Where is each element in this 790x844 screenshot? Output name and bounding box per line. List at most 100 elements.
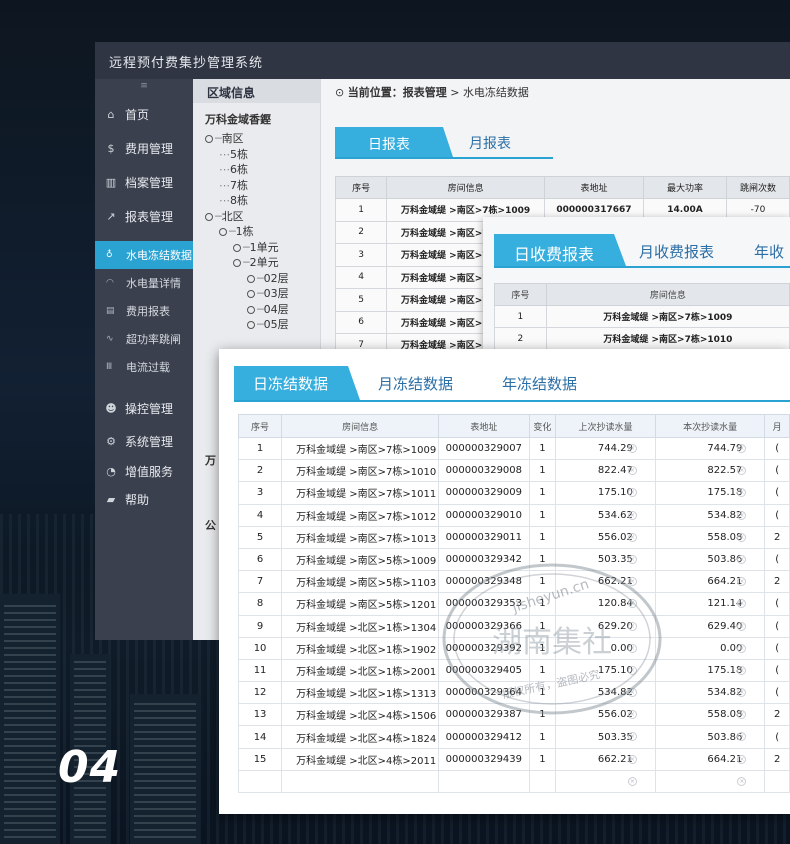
clear-icon[interactable]: × [627, 466, 637, 476]
tree-node[interactable]: ─05层 [205, 317, 320, 333]
sidebar-subitem-fee-report[interactable]: ▤ 费用报表 [95, 297, 193, 325]
sidebar-subitem-frozen-data[interactable]: ♁ 水电冻结数据 [95, 241, 193, 269]
table-cell: 000000329405 [438, 658, 530, 683]
tree-node[interactable]: 公 [205, 517, 216, 533]
sidebar-subitem-label: 水电冻结数据 [126, 249, 192, 262]
table-row[interactable]: 8 万科金域缇 >南区>5栋>1201 000000329353 1 120.84 × 12… [237, 592, 790, 616]
table-row[interactable]: 15 万科金域缇 >北区>4栋>2011 000000329439 1 662.21 × 6… [237, 747, 790, 771]
tree-node[interactable]: ─南区 [205, 131, 320, 147]
tab-yearly-frozen[interactable]: 年冻结数据 [502, 373, 577, 394]
clear-icon[interactable]: × [737, 444, 747, 453]
clear-icon[interactable]: × [737, 732, 747, 742]
tab-monthly-frozen[interactable]: 月冻结数据 [378, 373, 453, 394]
table-row[interactable]: 12 万科金域缇 >北区>1栋>1313 000000329364 1 534.82 × 5… [237, 681, 790, 705]
table-cell: 2 [764, 525, 790, 549]
clear-icon[interactable]: × [627, 665, 637, 675]
table-row[interactable]: 14 万科金域缇 >北区>4栋>1824 000000329412 1 503.35 × 5… [237, 725, 790, 749]
clear-icon[interactable]: × [627, 488, 637, 498]
tree-node[interactable]: 万 [205, 452, 216, 468]
tab-monthly-fee-report[interactable]: 月收费报表 [639, 241, 714, 262]
tree-node[interactable]: ⋯5栋 [205, 147, 320, 163]
tab-yearly-fee-report[interactable]: 年收 [754, 241, 784, 262]
clear-icon[interactable]: × [627, 532, 637, 542]
clear-icon[interactable]: × [627, 444, 637, 453]
clear-icon[interactable]: × [627, 599, 637, 609]
clear-icon[interactable]: × [737, 554, 747, 564]
table-row[interactable]: 5 万科金域缇 >南区>7栋>1013 000000329011 1 556.02 × 55… [237, 525, 790, 549]
table-row[interactable]: × × [237, 769, 790, 794]
sidebar-item-reports[interactable]: ↗ 报表管理 [95, 199, 193, 233]
sidebar-item-fees[interactable]: $ 费用管理 [95, 131, 193, 165]
table-row[interactable]: 2 万科金域缇 >南区>7栋>1010 000000329008 1 822.47 × 82… [237, 459, 790, 483]
tree-node[interactable]: ─2单元 [205, 255, 320, 271]
table-row[interactable]: 1 万科金域缇 >南区>7栋>1009 000000329007 1 744.29 × 74… [237, 436, 790, 461]
table-row[interactable]: 3 万科金域缇 >南区>7栋>1011 000000329009 1 175.10 × 17… [237, 481, 790, 505]
clear-icon[interactable]: × [737, 754, 747, 764]
sidebar-item-system[interactable]: ⚙ 系统管理 [95, 425, 193, 457]
tree-node[interactable]: ⋯6栋 [205, 162, 320, 178]
tree-node[interactable]: ⋯8栋 [205, 193, 320, 209]
table-cell: × [555, 769, 656, 794]
clear-icon[interactable]: × [627, 754, 637, 764]
clear-icon[interactable]: × [737, 532, 747, 542]
tree-node[interactable]: ─1栋 [205, 224, 320, 240]
tab-daily-report[interactable]: 日报表 [335, 127, 453, 157]
clear-icon[interactable]: × [737, 510, 747, 520]
clear-icon[interactable]: × [737, 488, 747, 498]
collapse-icon [219, 228, 227, 236]
tree-node[interactable]: ⋯7栋 [205, 178, 320, 194]
table-row[interactable]: 13 万科金域缇 >北区>4栋>1506 000000329387 1 556.02 × 5… [237, 703, 790, 727]
tree-node[interactable]: ─北区 [205, 209, 320, 225]
clear-icon[interactable]: × [627, 688, 637, 698]
sidebar-item-home[interactable]: ⌂ 首页 [95, 97, 193, 131]
table-row[interactable]: 4 万科金域缇 >南区>7栋>1012 000000329010 1 534.62 × 53… [237, 503, 790, 527]
sidebar-subitem-overcurrent[interactable]: Ⅲ 电流过载 [95, 353, 193, 381]
table-row[interactable]: 2 万科金域缇 >南区>7栋>1010 [494, 327, 790, 350]
breadcrumb: ⊙ 当前位置：报表管理 > 水电冻结数据 [335, 86, 529, 99]
sidebar-subitem-overpower-trip[interactable]: ∿ 超功率跳闸 [95, 325, 193, 353]
table-row[interactable]: 6 万科金域缇 >南区>5栋>1009 000000329342 1 503.35 × 50… [237, 547, 790, 572]
clear-icon[interactable]: × [737, 577, 747, 587]
clear-icon[interactable]: × [737, 599, 747, 609]
breadcrumb-page: 水电冻结数据 [462, 86, 529, 99]
tree-node[interactable]: ─1单元 [205, 240, 320, 256]
table-row[interactable]: 9 万科金域缇 >北区>1栋>1304 000000329366 1 629.20 × 62… [237, 614, 790, 638]
clear-icon[interactable]: × [737, 665, 747, 675]
table-row[interactable]: 10 万科金域缇 >北区>1栋>1902 000000329392 1 0.00 × 0.0… [237, 636, 790, 660]
tab-daily-frozen[interactable]: 日冻结数据 [234, 366, 360, 400]
clear-icon[interactable]: × [737, 688, 747, 698]
clear-icon[interactable]: × [627, 554, 637, 564]
clear-icon[interactable]: × [627, 577, 637, 587]
clear-icon[interactable]: × [627, 510, 637, 520]
sidebar-toggle-icon[interactable]: ≡ [95, 79, 193, 97]
table-cell: 534.82 × [654, 503, 766, 527]
clear-icon[interactable]: × [737, 710, 747, 720]
tab-monthly-report[interactable]: 月报表 [469, 133, 511, 153]
clear-icon[interactable]: × [737, 621, 747, 631]
tree-node[interactable]: ─04层 [205, 302, 320, 318]
tab-daily-fee-report[interactable]: 日收费报表 [494, 234, 626, 266]
breadcrumb-section[interactable]: 报表管理 [403, 86, 447, 99]
clear-icon[interactable]: × [627, 776, 637, 786]
clear-icon[interactable]: × [737, 466, 747, 476]
tree-node[interactable]: ─03层 [205, 286, 320, 302]
sidebar-item-value-added[interactable]: ◔ 增值服务 [95, 457, 193, 485]
clear-icon[interactable]: × [627, 732, 637, 742]
table-row[interactable]: 7 万科金域缇 >南区>5栋>1103 000000329348 1 662.21 × 66… [237, 570, 790, 594]
table-cell: 120.84 × [555, 592, 656, 616]
table-row[interactable]: 11 万科金域缇 >北区>1栋>2001 000000329405 1 175.10 × 1… [237, 658, 790, 683]
table-cell: 1 [528, 459, 557, 483]
column-header: 房间信息 [281, 414, 440, 438]
clear-icon[interactable]: × [737, 643, 747, 653]
sidebar-item-control[interactable]: ☻ 操控管理 [95, 391, 193, 425]
clear-icon[interactable]: × [627, 621, 637, 631]
sidebar-item-archive[interactable]: ▥ 档案管理 [95, 165, 193, 199]
tree-node[interactable]: ─02层 [205, 271, 320, 287]
clear-icon[interactable]: × [737, 776, 747, 786]
tree-root-node[interactable]: 万科金域香鏗 [205, 111, 320, 127]
sidebar-subitem-usage-detail[interactable]: ◠ 水电量详情 [95, 269, 193, 297]
table-row[interactable]: 1 万科金域缇 >南区>7栋>1009 [494, 305, 790, 328]
clear-icon[interactable]: × [627, 710, 637, 720]
clear-icon[interactable]: × [627, 643, 637, 653]
sidebar-item-help[interactable]: ▰ 帮助 [95, 485, 193, 513]
